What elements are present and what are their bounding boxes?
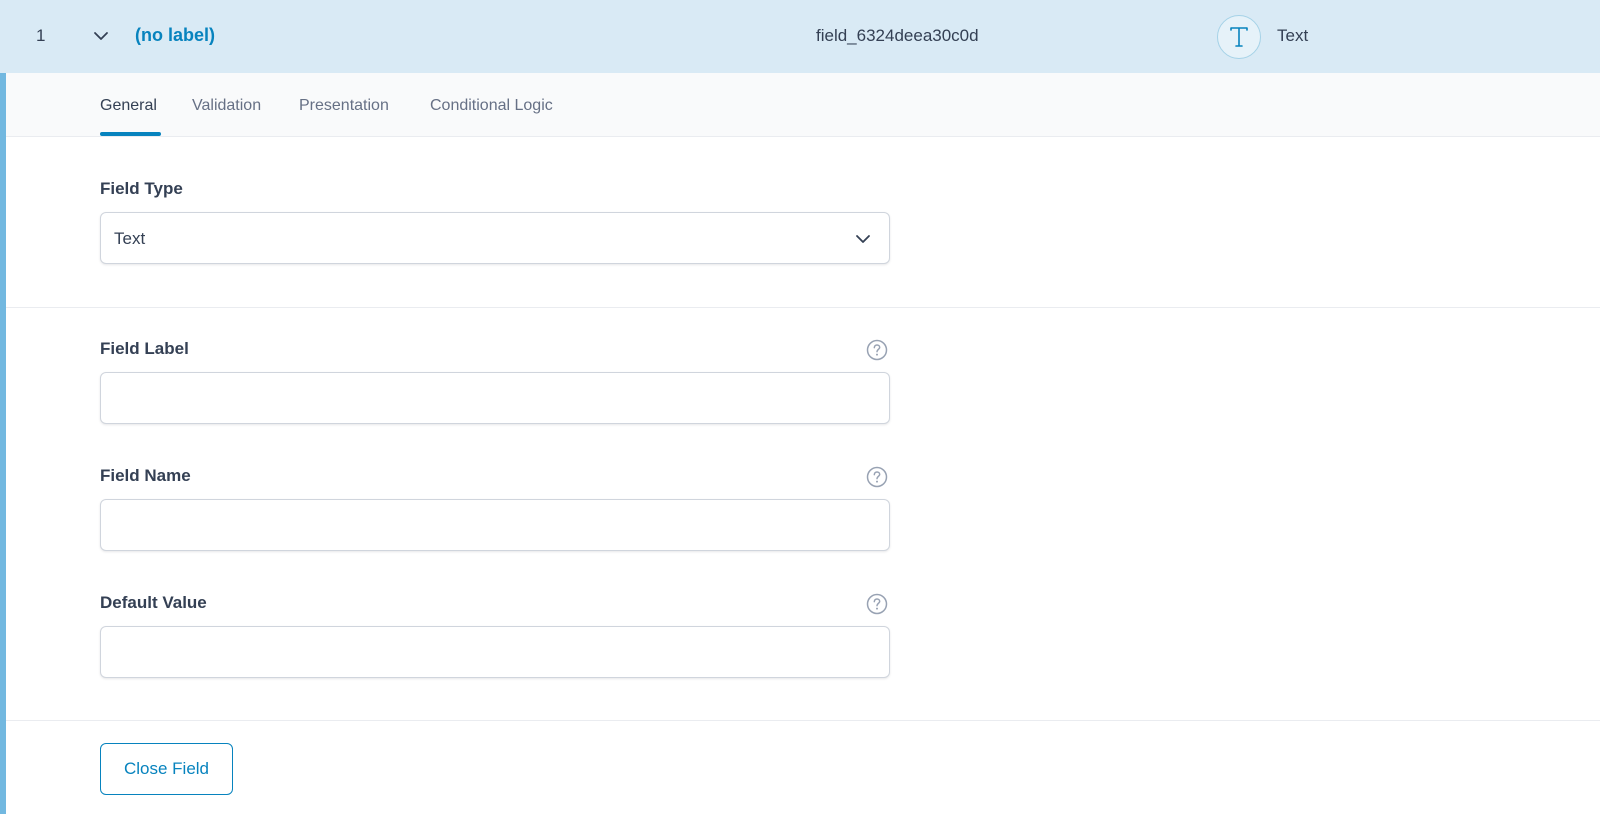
field-type-label: Field Type bbox=[100, 179, 183, 198]
text-type-icon bbox=[1217, 15, 1261, 59]
tab-validation[interactable]: Validation bbox=[192, 97, 261, 115]
default-value-input-wrap bbox=[100, 626, 890, 678]
help-icon[interactable] bbox=[866, 466, 888, 488]
chevron-down-icon[interactable] bbox=[93, 30, 109, 42]
settings-tabs: General Validation Presentation Conditio… bbox=[6, 73, 1600, 137]
left-accent-bar bbox=[0, 73, 6, 814]
field-label-input[interactable] bbox=[101, 373, 889, 423]
field-type-label: Text bbox=[1277, 26, 1309, 45]
field-settings-panel: General Validation Presentation Conditio… bbox=[0, 73, 1600, 814]
active-tab-indicator bbox=[100, 132, 161, 136]
close-field-button[interactable]: Close Field bbox=[100, 743, 233, 795]
tab-presentation[interactable]: Presentation bbox=[299, 97, 389, 115]
default-value-label: Default Value bbox=[100, 593, 207, 612]
field-header-row[interactable]: 1 (no label) field_6324deea30c0d Text bbox=[0, 0, 1600, 73]
field-key: field_6324deea30c0d bbox=[816, 26, 979, 45]
section-divider bbox=[6, 307, 1600, 308]
field-label-link[interactable]: (no label) bbox=[135, 25, 215, 46]
field-order-number: 1 bbox=[36, 26, 46, 45]
field-type-value: Text bbox=[114, 229, 146, 248]
field-name-input-wrap bbox=[100, 499, 890, 551]
chevron-down-icon bbox=[856, 235, 870, 243]
field-label-label: Field Label bbox=[100, 339, 189, 358]
field-type-select[interactable]: Text bbox=[100, 212, 890, 264]
help-icon[interactable] bbox=[866, 339, 888, 361]
tab-general[interactable]: General bbox=[100, 97, 157, 115]
field-name-label: Field Name bbox=[100, 466, 191, 485]
tab-conditional-logic[interactable]: Conditional Logic bbox=[430, 97, 553, 115]
field-editor: 1 (no label) field_6324deea30c0d Text Ge… bbox=[0, 0, 1600, 814]
field-label-input-wrap bbox=[100, 372, 890, 424]
default-value-input[interactable] bbox=[101, 627, 889, 677]
section-divider bbox=[6, 720, 1600, 721]
field-name-input[interactable] bbox=[101, 500, 889, 550]
help-icon[interactable] bbox=[866, 593, 888, 615]
